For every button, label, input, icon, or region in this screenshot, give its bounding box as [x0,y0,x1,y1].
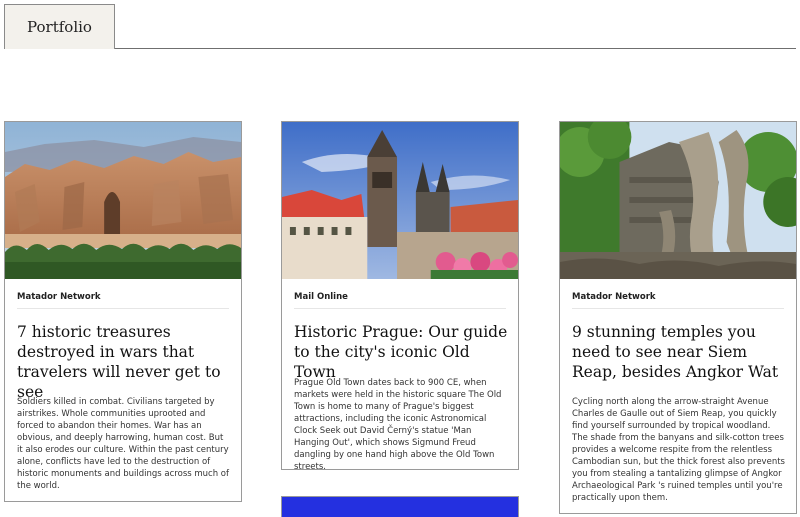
tab-portfolio[interactable]: Portfolio [4,4,115,49]
article-source: Matador Network [572,292,784,309]
article-card[interactable]: Matador Network 9 stunning temples you n… [559,121,797,514]
article-card[interactable]: Matador Network 7 historic treasures des… [4,121,242,502]
article-title[interactable]: Historic Prague: Our guide to the city's… [294,322,508,382]
article-description: Prague Old Town dates back to 900 CE, wh… [294,378,502,470]
article-description: Soldiers killed in combat. Civilians tar… [17,397,229,491]
article-image [282,122,518,279]
article-card-partial[interactable] [281,496,519,517]
article-title[interactable]: 7 historic treasures destroyed in wars t… [17,322,231,402]
article-description: Cycling north along the arrow-straight A… [572,397,785,503]
article-card[interactable]: Mail Online Historic Prague: Our guide t… [281,121,519,470]
article-source: Matador Network [17,292,229,309]
tab-bar: Portfolio [4,4,796,49]
article-source: Mail Online [294,292,506,309]
article-title[interactable]: 9 stunning temples you need to see near … [572,322,786,382]
article-image [560,122,796,279]
article-image [5,122,241,279]
